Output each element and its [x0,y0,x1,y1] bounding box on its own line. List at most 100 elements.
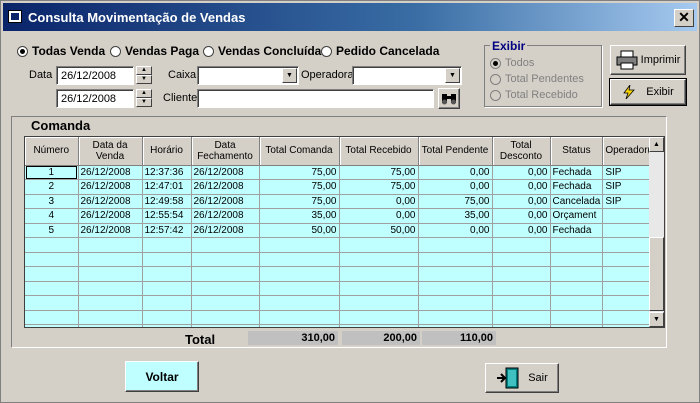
date-to-input[interactable]: 26/12/2008 [56,89,134,108]
table-row[interactable]: 5 26/12/2008 12:57:42 26/12/2008 50,00 50,00 0… [25,223,660,238]
table-cell[interactable] [191,295,260,311]
table-cell[interactable]: 75,00 [339,165,419,180]
radio-exibir-total-recebido[interactable]: Total Recebido [490,89,578,101]
table-cell[interactable] [259,324,340,327]
column-header[interactable]: Status [550,137,604,166]
table-cell[interactable] [259,295,340,311]
table-row[interactable] [25,266,660,282]
table-cell[interactable] [550,310,604,325]
table-row[interactable]: 3 26/12/2008 12:49:58 26/12/2008 75,00 0,00 75… [25,194,660,209]
table-cell[interactable]: Fechada [550,179,604,195]
spin-down-icon[interactable]: ▼ [136,98,152,107]
close-button[interactable]: ✕ [674,9,694,27]
caixa-select[interactable]: ▼ [197,66,299,85]
sair-button[interactable]: Sair [485,363,559,393]
operadora-select[interactable]: ▼ [352,66,462,85]
table-cell[interactable] [25,281,79,296]
table-cell[interactable] [191,266,260,282]
table-cell[interactable]: 0,00 [418,165,493,180]
radio-vendas-paga[interactable]: Vendas Paga [110,44,199,58]
table-cell[interactable]: 0,00 [492,208,551,224]
column-header[interactable]: Total Desconto [492,137,551,166]
table-cell[interactable]: 50,00 [259,223,340,238]
scroll-down-icon[interactable]: ▼ [649,312,664,327]
table-cell[interactable]: Fechada [550,165,604,180]
table-cell[interactable] [418,310,493,325]
table-cell[interactable] [418,252,493,267]
column-header[interactable]: Horário [142,137,192,166]
table-cell[interactable] [25,237,79,253]
radio-exibir-total-pendentes[interactable]: Total Pendentes [490,73,584,85]
table-cell[interactable] [259,252,340,267]
table-cell[interactable]: 1 [25,165,79,180]
table-cell[interactable]: 26/12/2008 [78,194,143,209]
table-cell[interactable] [25,252,79,267]
table-cell[interactable]: 50,00 [339,223,419,238]
table-cell[interactable] [418,281,493,296]
table-row[interactable] [25,252,660,267]
table-cell[interactable] [492,237,551,253]
table-cell[interactable] [191,237,260,253]
column-header[interactable]: Número [25,137,79,166]
table-cell[interactable] [142,310,192,325]
scroll-up-icon[interactable]: ▲ [649,137,664,152]
table-cell[interactable] [550,295,604,311]
date-from-spinner[interactable]: ▲ ▼ [136,66,152,85]
table-cell[interactable]: Cancelada [550,194,604,209]
table-cell[interactable]: 0,00 [418,179,493,195]
table-row[interactable] [25,295,660,311]
table-cell[interactable] [25,310,79,325]
spin-up-icon[interactable]: ▲ [136,66,152,75]
table-cell[interactable] [78,237,143,253]
table-cell[interactable] [492,310,551,325]
radio-exibir-todos[interactable]: Todos [490,57,534,69]
table-cell[interactable]: 0,00 [339,194,419,209]
table-cell[interactable]: 0,00 [492,179,551,195]
radio-pedido-cancelada[interactable]: Pedido Cancelada [321,44,439,58]
table-cell[interactable] [142,324,192,327]
table-cell[interactable] [259,237,340,253]
table-cell[interactable] [142,281,192,296]
table-cell[interactable] [339,324,419,327]
table-cell[interactable]: 0,00 [339,208,419,224]
table-cell[interactable] [339,237,419,253]
table-row[interactable] [25,237,660,253]
table-cell[interactable]: 26/12/2008 [191,165,260,180]
table-cell[interactable] [78,281,143,296]
table-cell[interactable] [492,281,551,296]
table-cell[interactable] [492,252,551,267]
table-row[interactable] [25,281,660,296]
table-cell[interactable] [25,295,79,311]
table-cell[interactable] [259,281,340,296]
table-cell[interactable] [339,295,419,311]
table-cell[interactable] [339,310,419,325]
table-cell[interactable]: 26/12/2008 [191,194,260,209]
title-bar[interactable]: Consulta Movimentação de Vendas ✕ [3,3,697,31]
table-cell[interactable]: 12:57:42 [142,223,192,238]
table-cell[interactable]: 2 [25,179,79,195]
column-header[interactable]: Data Fechamento [191,137,260,166]
table-cell[interactable]: 75,00 [339,179,419,195]
table-cell[interactable]: 26/12/2008 [78,208,143,224]
table-cell[interactable] [550,252,604,267]
table-cell[interactable] [142,266,192,282]
table-row[interactable] [25,310,660,325]
scroll-thumb[interactable] [649,237,664,311]
table-cell[interactable] [550,237,604,253]
table-cell[interactable] [142,237,192,253]
table-cell[interactable]: 0,00 [492,223,551,238]
table-cell[interactable]: 35,00 [259,208,340,224]
cliente-input[interactable] [197,89,434,108]
table-row[interactable]: 2 26/12/2008 12:47:01 26/12/2008 75,00 75,00 0… [25,179,660,195]
table-cell[interactable] [191,324,260,327]
table-cell[interactable] [418,324,493,327]
exibir-button[interactable]: Exibir [609,78,687,106]
table-cell[interactable] [492,324,551,327]
table-cell[interactable] [259,266,340,282]
column-header[interactable]: Total Comanda [259,137,340,166]
table-cell[interactable] [259,310,340,325]
table-cell[interactable] [78,310,143,325]
table-cell[interactable] [418,266,493,282]
table-cell[interactable]: 0,00 [492,165,551,180]
imprimir-button[interactable]: Imprimir [610,45,686,75]
